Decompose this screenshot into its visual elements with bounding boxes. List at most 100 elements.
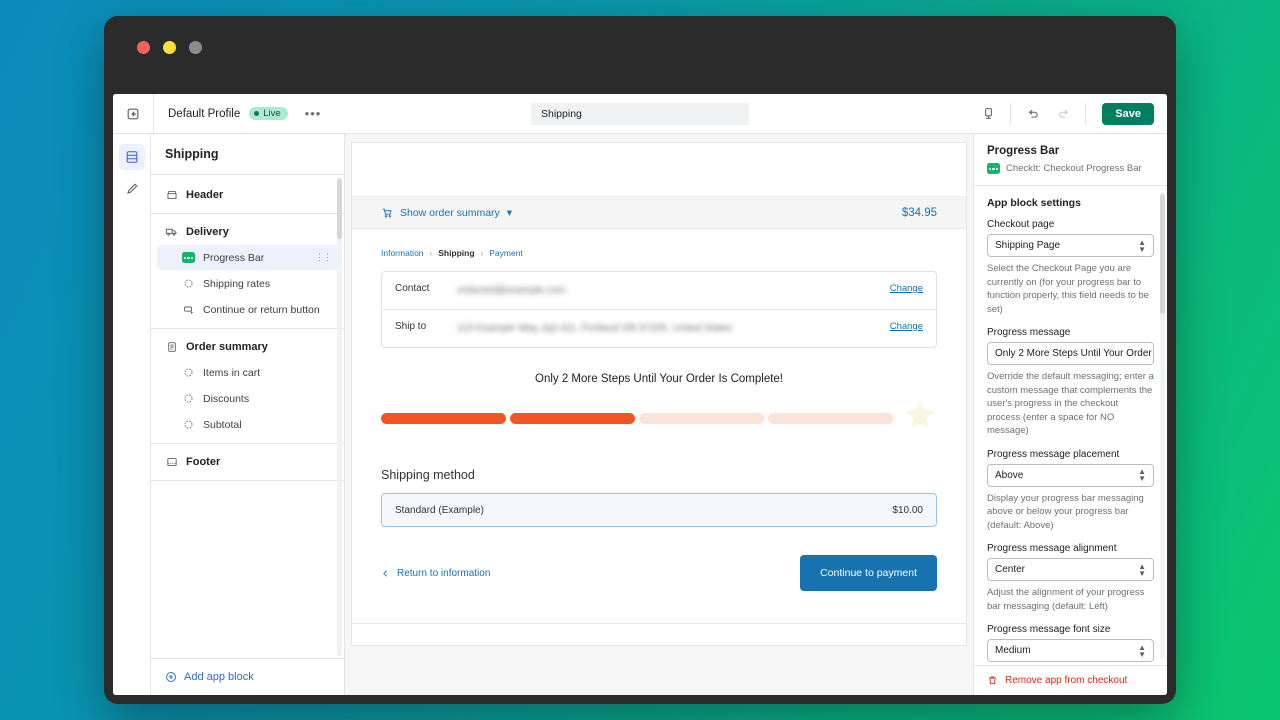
progress-message-placement-value: Above [995, 470, 1023, 481]
chevron-updown-icon: ▲▼ [1138, 239, 1146, 253]
settings-panel: Progress Bar CheckIt: Checkout Progress … [973, 134, 1167, 695]
progress-message-alignment-select[interactable]: Center ▲▼ [987, 558, 1154, 581]
minimize-window-button[interactable] [163, 41, 176, 54]
customer-info-box: Contact redacted@example.com Change Ship… [381, 271, 937, 348]
device-preview-icon[interactable] [973, 99, 1003, 129]
checkout-page-label: Checkout page [987, 219, 1154, 230]
dashed-circle-icon [182, 277, 195, 290]
settings-block-title: Progress Bar [987, 145, 1154, 157]
window-titlebar [104, 16, 1176, 78]
star-icon [903, 399, 937, 437]
change-address-link[interactable]: Change [890, 321, 923, 332]
shipping-option-row[interactable]: Standard (Example) $10.00 [381, 493, 937, 527]
sidebar-group: Order summary Items in cart Discounts Subto… [151, 329, 344, 444]
sidebar-item-delivery[interactable]: Delivery [157, 219, 338, 244]
add-app-block-button[interactable]: Add app block [151, 658, 344, 695]
checkout-preview: Show order summary ▾ $34.95 Information›… [351, 142, 967, 646]
sidebar-item-label: Discounts [203, 393, 249, 405]
sidebar-item-label: Items in cart [203, 367, 260, 379]
profile-name: Default Profile [168, 108, 240, 120]
preview-footer: Subscription policy [352, 623, 966, 646]
save-button[interactable]: Save [1102, 103, 1154, 125]
dashed-circle-icon [182, 392, 195, 405]
sidebar-item-progress-bar[interactable]: Progress Bar ⋮⋮ [157, 245, 338, 270]
settings-fields: Checkout page Shipping Page ▲▼ Select th… [987, 219, 1154, 662]
close-window-button[interactable] [137, 41, 150, 54]
checkout-page-select[interactable]: Shipping Page ▲▼ [987, 234, 1154, 257]
contact-label: Contact [395, 283, 447, 294]
return-to-information-link[interactable]: Return to information [381, 568, 490, 579]
sidebar-item-label: Continue or return button [203, 304, 320, 316]
dashed-circle-icon [182, 366, 195, 379]
progress-message-input[interactable]: Only 2 More Steps Until Your Order Is [987, 342, 1154, 365]
sidebar-item-label: Delivery [186, 226, 229, 238]
subscription-policy-link[interactable]: Subscription policy [381, 644, 456, 646]
sidebar-rail-appearance[interactable] [119, 176, 145, 202]
sidebar-item-header[interactable]: Header [157, 182, 338, 207]
sidebar-item-order-summary[interactable]: Order summary [157, 334, 338, 359]
progress-segment [381, 413, 506, 424]
progress-message-placement-select[interactable]: Above ▲▼ [987, 464, 1154, 487]
sections-sidebar: Shipping HeaderDeliveryProgress Bar⋮⋮Shi… [151, 134, 345, 695]
topbar-divider-2 [1010, 103, 1011, 125]
sidebar-item-footer[interactable]: Footer [157, 449, 338, 474]
sidebar-scrollbar-track[interactable] [337, 177, 342, 656]
sidebar-item-subtotal[interactable]: Subtotal [157, 412, 338, 437]
chevron-updown-icon: ▲▼ [1138, 468, 1146, 482]
progress-message-font-size-value: Medium [995, 645, 1031, 656]
progress-message-value: Only 2 More Steps Until Your Order Is [995, 348, 1154, 359]
settings-section-heading: App block settings [987, 197, 1154, 209]
sidebar-item-label: Subtotal [203, 419, 242, 431]
maximize-window-button[interactable] [189, 41, 202, 54]
settings-field: Progress message font size Medium ▲▼ [987, 624, 1154, 662]
settings-field: Checkout page Shipping Page ▲▼ Select th… [987, 219, 1154, 316]
continue-to-payment-button[interactable]: Continue to payment [800, 555, 937, 591]
settings-scrollbar-thumb[interactable] [1160, 194, 1165, 314]
cart-icon [381, 207, 393, 219]
redo-icon[interactable] [1048, 99, 1078, 129]
sidebar-item-shipping-rates[interactable]: Shipping rates [157, 271, 338, 296]
progress-message-help: Override the default messaging; enter a … [987, 370, 1154, 438]
remove-app-label: Remove app from checkout [1005, 675, 1127, 686]
profile-more-button[interactable]: ••• [297, 110, 322, 118]
topbar-actions: Save [973, 94, 1167, 134]
remove-app-button[interactable]: Remove app from checkout [974, 665, 1167, 695]
sidebar-item-discounts[interactable]: Discounts [157, 386, 338, 411]
dashed-circle-icon [182, 418, 195, 431]
progress-segment [510, 413, 635, 424]
sidebar-item-label: Shipping rates [203, 278, 270, 290]
contact-row: Contact redacted@example.com Change [382, 272, 936, 309]
live-dot-icon [254, 111, 259, 116]
exit-editor-icon[interactable] [113, 94, 153, 134]
breadcrumb-item-information[interactable]: Information [381, 248, 424, 258]
progress-message-font-size-label: Progress message font size [987, 624, 1154, 635]
footer-icon [165, 455, 178, 468]
progress-message: Only 2 More Steps Until Your Order Is Co… [381, 373, 937, 385]
drag-handle-icon[interactable]: ⋮⋮ [315, 255, 331, 260]
change-contact-link[interactable]: Change [890, 283, 923, 294]
preview-content: Information›Shipping›Payment Contact red… [352, 229, 966, 623]
sidebar-group: Delivery Progress Bar ⋮⋮ Shipping rates Cont… [151, 214, 344, 329]
undo-icon[interactable] [1018, 99, 1048, 129]
breadcrumb-item-payment[interactable]: Payment [489, 248, 523, 258]
settings-field: Progress message placement Above ▲▼ Disp… [987, 449, 1154, 533]
breadcrumb-item-shipping[interactable]: Shipping [438, 248, 474, 258]
ship-to-label: Ship to [395, 321, 447, 332]
app-block-icon [182, 252, 195, 263]
add-app-block-label: Add app block [184, 671, 254, 683]
sidebar-item-continue-or-return-button[interactable]: Continue or return button [157, 297, 338, 322]
sidebar-item-label: Progress Bar [203, 252, 264, 264]
progress-message-alignment-help: Adjust the alignment of your progress ba… [987, 586, 1154, 613]
chevron-updown-icon: ▲▼ [1138, 563, 1146, 577]
progress-message-placement-help: Display your progress bar messaging abov… [987, 492, 1154, 533]
sidebar-rail-sections[interactable] [119, 144, 145, 170]
sidebar-scrollbar-thumb[interactable] [337, 179, 342, 239]
show-order-summary-toggle[interactable]: Show order summary ▾ [381, 207, 512, 219]
progress-message-font-size-select[interactable]: Medium ▲▼ [987, 639, 1154, 662]
sidebar-item-label: Header [186, 189, 223, 201]
status-badge: Live [249, 107, 287, 120]
sidebar-item-items-in-cart[interactable]: Items in cart [157, 360, 338, 385]
sidebar-group: Footer [151, 444, 344, 481]
page-selector[interactable]: Shipping [531, 103, 749, 125]
progress-segment [768, 413, 893, 424]
